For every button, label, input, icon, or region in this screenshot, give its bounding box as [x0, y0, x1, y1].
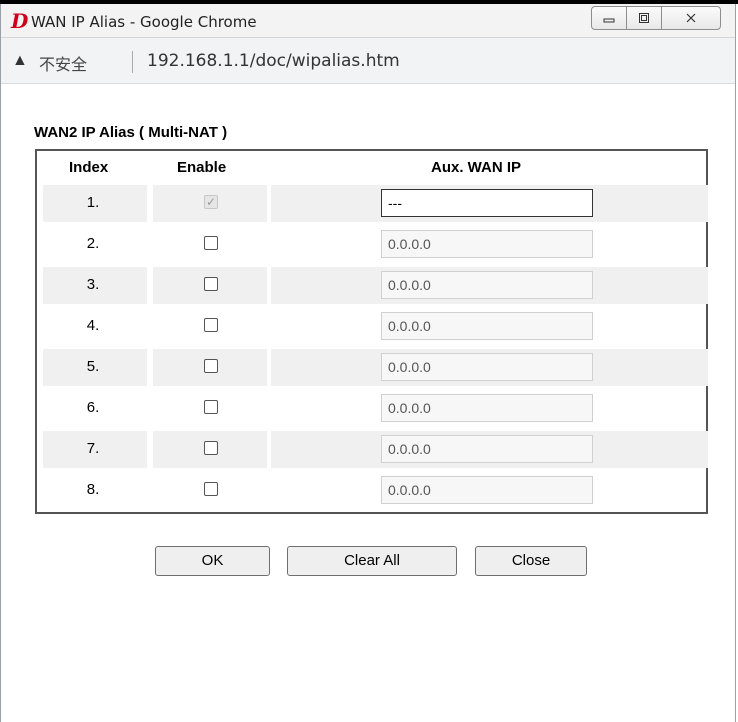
table-row: 7. 0.0.0.0 [37, 431, 708, 468]
aux-wan-ip-input[interactable]: 0.0.0.0 [381, 435, 593, 463]
aux-wan-ip-input[interactable]: 0.0.0.0 [381, 271, 593, 299]
security-label[interactable]: 不安全 [39, 51, 87, 75]
enable-checkbox[interactable] [204, 441, 218, 455]
close-icon [686, 13, 696, 23]
enable-checkbox[interactable] [204, 236, 218, 250]
address-divider [132, 51, 133, 73]
header-aux-wan-ip: Aux. WAN IP [431, 159, 522, 176]
row-index: 8. [86, 481, 100, 498]
aux-wan-ip-input[interactable]: 0.0.0.0 [381, 353, 593, 381]
aux-wan-ip-input[interactable]: 0.0.0.0 [381, 230, 593, 258]
title-bar: D WAN IP Alias - Google Chrome [1, 4, 735, 38]
table-row: 8. 0.0.0.0 [37, 472, 706, 509]
table-header: Index Enable Aux. WAN IP [37, 151, 706, 183]
table-row: 3. 0.0.0.0 [37, 267, 708, 304]
maximize-icon [639, 13, 649, 23]
table-row: 6. 0.0.0.0 [37, 390, 706, 427]
aux-wan-ip-input[interactable]: --- [381, 189, 593, 217]
ip-alias-table: Index Enable Aux. WAN IP 1. ✓ --- 2. 0.0.0.0… [35, 149, 708, 514]
row-index: 6. [86, 399, 100, 416]
header-enable: Enable [177, 159, 227, 176]
table-row: 5. 0.0.0.0 [37, 349, 708, 386]
warning-icon[interactable]: ▲ [12, 52, 28, 70]
ok-button[interactable]: OK [155, 546, 270, 576]
close-window-button[interactable] [661, 6, 721, 30]
section-title: WAN2 IP Alias ( Multi-NAT ) [34, 124, 228, 141]
row-index: 7. [86, 440, 100, 457]
header-index: Index [69, 159, 109, 176]
row-index: 2. [86, 235, 100, 252]
aux-wan-ip-input[interactable]: 0.0.0.0 [381, 394, 593, 422]
enable-checkbox[interactable] [204, 359, 218, 373]
aux-wan-ip-input[interactable]: 0.0.0.0 [381, 476, 593, 504]
table-row: 1. ✓ --- [37, 185, 708, 222]
enable-checkbox[interactable]: ✓ [204, 195, 218, 209]
enable-checkbox[interactable] [204, 318, 218, 332]
row-index: 4. [86, 317, 100, 334]
address-bar[interactable]: ▲ 不安全 192.168.1.1/doc/wipalias.htm [1, 38, 735, 84]
clear-all-button[interactable]: Clear All [287, 546, 457, 576]
enable-checkbox[interactable] [204, 482, 218, 496]
row-index: 3. [86, 276, 100, 293]
enable-checkbox[interactable] [204, 277, 218, 291]
minimize-icon [603, 18, 615, 23]
minimize-button[interactable] [591, 6, 627, 30]
close-button[interactable]: Close [475, 546, 587, 576]
table-row: 2. 0.0.0.0 [37, 226, 706, 263]
aux-wan-ip-input[interactable]: 0.0.0.0 [381, 312, 593, 340]
browser-window: D WAN IP Alias - Google Chrome ▲ 不安全 192… [0, 4, 736, 722]
url-text[interactable]: 192.168.1.1/doc/wipalias.htm [147, 51, 400, 71]
table-row: 4. 0.0.0.0 [37, 308, 706, 345]
enable-checkbox[interactable] [204, 400, 218, 414]
window-controls [591, 6, 721, 30]
row-index: 5. [86, 358, 100, 375]
maximize-button[interactable] [626, 6, 662, 30]
app-logo-icon: D [11, 9, 29, 33]
window-title: WAN IP Alias - Google Chrome [31, 13, 257, 31]
row-index: 1. [86, 194, 100, 211]
